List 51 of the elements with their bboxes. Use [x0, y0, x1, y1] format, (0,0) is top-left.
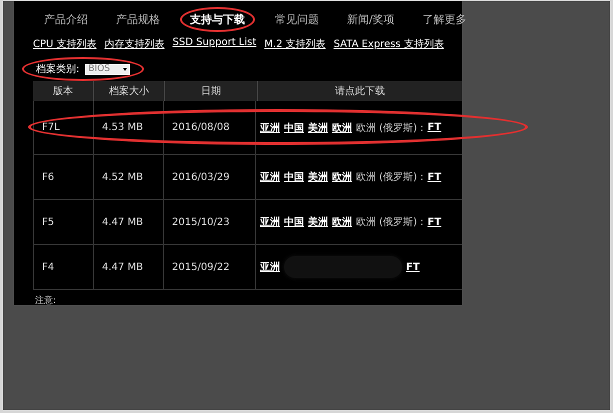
table-cell: 2016/08/08: [164, 101, 256, 154]
download-link[interactable]: 亚洲: [260, 215, 280, 229]
file-type-label: 档案类别:: [36, 62, 80, 76]
table-cell: 2015/09/22: [164, 245, 256, 289]
download-link[interactable]: 亚洲: [260, 170, 280, 184]
table-cell: 2016/03/29: [164, 155, 256, 199]
download-link[interactable]: 欧洲: [332, 215, 352, 229]
support-list-link[interactable]: CPU 支持列表: [33, 37, 97, 51]
column-header: 档案大小: [94, 81, 165, 101]
nav-tab[interactable]: 常见问题: [267, 8, 327, 30]
download-link[interactable]: 欧洲: [332, 120, 352, 134]
download-link[interactable]: 欧洲: [332, 170, 352, 184]
download-link[interactable]: 美洲: [308, 170, 328, 184]
download-link[interactable]: 美洲: [308, 215, 328, 229]
caret-icon: [123, 68, 128, 70]
table-cell: 2015/10/23: [164, 200, 256, 244]
table-cell: F5: [34, 200, 94, 244]
nav-tab[interactable]: 新闻/奖项: [339, 8, 403, 30]
mirror-label: 欧洲 (俄罗斯) :: [356, 122, 424, 134]
download-link[interactable]: 美洲: [308, 120, 328, 134]
download-link[interactable]: 亚洲: [260, 260, 280, 274]
download-link[interactable]: 亚洲: [260, 120, 280, 134]
support-list-link[interactable]: 内存支持列表: [104, 37, 165, 51]
table-cell: 4.53 MB: [94, 101, 164, 154]
support-list-link[interactable]: SATA Express 支持列表: [334, 37, 444, 51]
download-link[interactable]: FT: [428, 122, 442, 133]
download-link[interactable]: 中国: [284, 170, 304, 184]
download-link[interactable]: FT: [406, 262, 420, 272]
table-cell: 4.47 MB: [94, 245, 164, 289]
note-label: 注意:: [35, 294, 58, 307]
download-link[interactable]: 中国: [284, 215, 304, 229]
nav-tab[interactable]: 产品介绍: [36, 8, 96, 30]
nav-tab[interactable]: 支持与下载: [180, 6, 255, 32]
table-cell: 4.47 MB: [94, 200, 164, 244]
table-cell: 4.52 MB: [94, 155, 164, 199]
mirror-label: 欧洲 (俄罗斯) :: [356, 216, 424, 229]
file-type-dropdown[interactable]: BIOS: [85, 64, 130, 74]
column-header: 日期: [165, 81, 258, 101]
support-list-link[interactable]: M.2 支持列表: [264, 37, 326, 51]
table-cell: F4: [34, 245, 94, 289]
support-list-link[interactable]: SSD Support List: [172, 37, 256, 51]
download-link[interactable]: FT: [428, 216, 442, 228]
nav-tab[interactable]: 了解更多: [414, 8, 475, 30]
nav-tab[interactable]: 产品规格: [108, 8, 168, 30]
column-header: 版本: [33, 81, 94, 101]
download-link[interactable]: FT: [428, 172, 442, 182]
download-link[interactable]: 中国: [284, 120, 304, 134]
mirror-label: 欧洲 (俄罗斯) :: [356, 170, 424, 184]
table-cell: F6: [34, 155, 94, 199]
table-cell: F7L: [34, 101, 94, 154]
column-header: 请点此下载: [334, 84, 386, 99]
